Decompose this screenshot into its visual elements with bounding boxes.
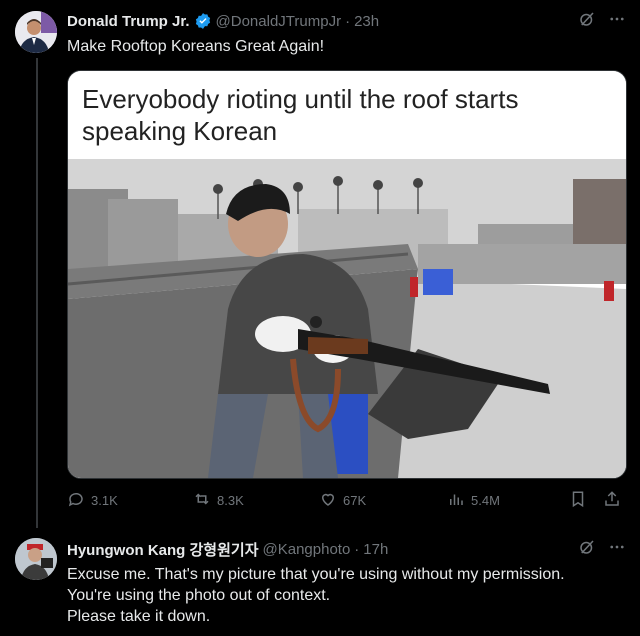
reply-icon	[67, 490, 85, 511]
separator-dot: ·	[345, 12, 351, 30]
separator-dot: ·	[354, 541, 360, 558]
timestamp[interactable]: 23h	[354, 13, 379, 30]
author-name[interactable]: Donald Trump Jr.	[67, 13, 190, 30]
more-icon[interactable]	[608, 538, 626, 556]
grok-icon[interactable]	[578, 538, 596, 556]
verified-badge-icon	[194, 12, 212, 30]
avatar[interactable]	[15, 11, 57, 53]
like-icon	[319, 490, 337, 511]
bookmark-button[interactable]	[569, 490, 587, 511]
retweet-icon	[193, 490, 211, 511]
thread-connector-line	[36, 58, 38, 528]
share-icon	[603, 490, 621, 511]
tweet-header: Donald Trump Jr. @DonaldJTrumpJr · 23h	[67, 12, 570, 30]
reply-text: Excuse me. That's my picture that you're…	[67, 566, 565, 625]
share-button[interactable]	[603, 490, 621, 511]
reply-author-handle[interactable]: @Kangphoto	[263, 541, 351, 558]
reply-header: Hyungwon Kang 강형원기자 @Kangphoto · 17h	[67, 539, 570, 560]
views-icon	[447, 490, 465, 511]
bookmark-icon	[569, 490, 587, 511]
views-button[interactable]: 5.4M	[447, 490, 500, 511]
rooftop-photo	[68, 159, 626, 478]
tweet-text: Make Rooftop Koreans Great Again!	[67, 38, 325, 55]
like-button[interactable]: 67K	[319, 490, 366, 511]
retweet-button[interactable]: 8.3K	[193, 490, 244, 511]
views-count: 5.4M	[471, 493, 500, 508]
reply-timestamp[interactable]: 17h	[363, 541, 388, 558]
author-handle[interactable]: @DonaldJTrumpJr	[216, 13, 342, 30]
reply-avatar[interactable]	[15, 538, 57, 580]
grok-icon[interactable]	[578, 10, 596, 28]
reply-author-name[interactable]: Hyungwon Kang 강형원기자	[67, 539, 259, 560]
like-count: 67K	[343, 493, 367, 508]
tweet-image[interactable]: Everyobody rioting until the roof starts…	[67, 70, 627, 479]
tweet-actions: 3.1K 8.3K 67K 5.4M	[67, 490, 627, 514]
reply-count: 3.1K	[91, 493, 118, 508]
reply-button[interactable]: 3.1K	[67, 490, 118, 511]
meme-caption: Everyobody rioting until the roof starts…	[68, 71, 626, 159]
retweet-count: 8.3K	[217, 493, 244, 508]
more-icon[interactable]	[608, 10, 626, 28]
